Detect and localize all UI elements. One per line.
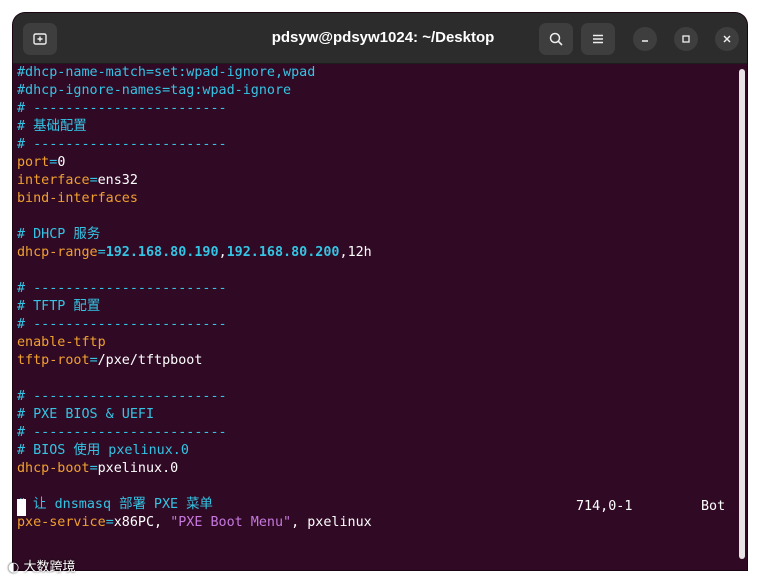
editor-line: # DHCP 服务 — [17, 226, 737, 244]
editor-line: # TFTP 配置 — [17, 298, 737, 316]
editor-line: # 基础配置 — [17, 118, 737, 136]
code-token: # 让 dnsmasq 部署 PXE 菜单 — [17, 497, 213, 512]
editor-line: #dhcp-name-match=set:wpad-ignore,wpad — [17, 64, 737, 82]
maximize-button[interactable] — [674, 27, 698, 51]
code-token: interface — [17, 173, 90, 188]
close-button[interactable] — [715, 27, 739, 51]
code-token: port — [17, 155, 50, 170]
editor-line: # PXE BIOS & UEFI — [17, 406, 737, 424]
code-token: # ------------------------ — [17, 101, 227, 116]
editor-line: pxe-service=x86PC, "PXE Boot Menu", pxel… — [17, 514, 737, 532]
code-token: , — [339, 245, 348, 260]
code-token: x86PC, — [113, 515, 171, 530]
code-token: dhcp-range — [17, 245, 98, 260]
code-token: = — [89, 461, 98, 476]
search-button[interactable] — [539, 23, 573, 55]
watermark-logo: ◐ 大数跨境 — [8, 556, 76, 575]
new-tab-button[interactable] — [23, 23, 57, 55]
code-token: = — [89, 173, 98, 188]
editor-line: port=0 — [17, 154, 737, 172]
editor-line: dhcp-boot=pxelinux.0 — [17, 460, 737, 478]
editor-line: # BIOS 使用 pxelinux.0 — [17, 442, 737, 460]
code-token: #dhcp-name-match=set:wpad-ignore,wpad — [17, 65, 316, 80]
editor-line: # ------------------------ — [17, 424, 737, 442]
code-token: bind-interfaces — [17, 191, 138, 206]
code-token: enable-tftp — [17, 335, 106, 350]
editor-line: # ------------------------ — [17, 280, 737, 298]
code-token: dhcp-boot — [17, 461, 90, 476]
code-token: = — [89, 353, 98, 368]
code-token: # DHCP 服务 — [17, 227, 101, 242]
editor-line: # ------------------------ — [17, 388, 737, 406]
code-token: , — [218, 245, 227, 260]
watermark-icon: ◐ — [8, 560, 20, 575]
title-bar: pdsyw@pdsyw1024: ~/Desktop — [13, 13, 747, 64]
code-token: tftp-root — [17, 353, 90, 368]
close-icon — [723, 35, 731, 43]
minimize-button[interactable] — [633, 27, 657, 51]
code-token: # ------------------------ — [17, 425, 227, 440]
minimize-icon — [642, 40, 648, 42]
code-token: 192.168.80.190 — [105, 245, 219, 260]
editor-line: enable-tftp — [17, 334, 737, 352]
window-title: pdsyw@pdsyw1024: ~/Desktop — [271, 29, 495, 46]
terminal-window: pdsyw@pdsyw1024: ~/Desktop #dhcp-name-ma… — [13, 13, 747, 570]
code-token: # 基础配置 — [17, 119, 87, 134]
search-icon — [549, 32, 563, 46]
editor-line: bind-interfaces — [17, 190, 737, 208]
code-token: , pxelinux — [291, 515, 372, 530]
code-token: # PXE BIOS & UEFI — [17, 407, 155, 422]
editor-line: dhcp-range=192.168.80.190,192.168.80.200… — [17, 244, 737, 262]
hamburger-menu-icon — [593, 34, 603, 44]
code-token: pxelinux.0 — [97, 461, 179, 476]
menu-button[interactable] — [581, 23, 615, 55]
editor-line: # ------------------------ — [17, 136, 737, 154]
editor-line: # ------------------------ — [17, 316, 737, 334]
editor-line: tftp-root=/pxe/tftpboot — [17, 352, 737, 370]
code-token: = — [97, 245, 106, 260]
new-tab-icon — [33, 33, 47, 45]
editor-line: interface=ens32 — [17, 172, 737, 190]
code-token: "PXE Boot Menu" — [170, 515, 292, 530]
code-token: # ------------------------ — [17, 389, 227, 404]
status-position: 714,0-1 — [576, 499, 633, 514]
code-token: pxe-service — [17, 515, 106, 530]
code-token: # ------------------------ — [17, 281, 227, 296]
code-token: # BIOS 使用 pxelinux.0 — [17, 443, 189, 458]
vim-editor[interactable]: #dhcp-name-match=set:wpad-ignore,wpad #dh… — [17, 64, 737, 564]
editor-line: # ------------------------ — [17, 100, 737, 118]
code-token: = — [105, 515, 114, 530]
code-token: 0 — [57, 155, 66, 170]
code-token: ens32 — [97, 173, 138, 188]
code-token: # ------------------------ — [17, 137, 227, 152]
scrollbar[interactable] — [739, 69, 745, 559]
code-token: # ------------------------ — [17, 317, 227, 332]
code-token: 192.168.80.200 — [226, 245, 340, 260]
status-scroll: Bot — [701, 499, 726, 514]
code-token: /pxe/tftpboot — [97, 353, 203, 368]
cursor-block — [17, 499, 26, 516]
code-token: # TFTP 配置 — [17, 299, 101, 314]
maximize-icon — [682, 35, 690, 43]
code-token: #dhcp-ignore-names=tag:wpad-ignore — [17, 83, 292, 98]
code-token: 12h — [347, 245, 372, 260]
editor-line: #dhcp-ignore-names=tag:wpad-ignore — [17, 82, 737, 100]
watermark-text: 大数跨境 — [23, 560, 76, 575]
